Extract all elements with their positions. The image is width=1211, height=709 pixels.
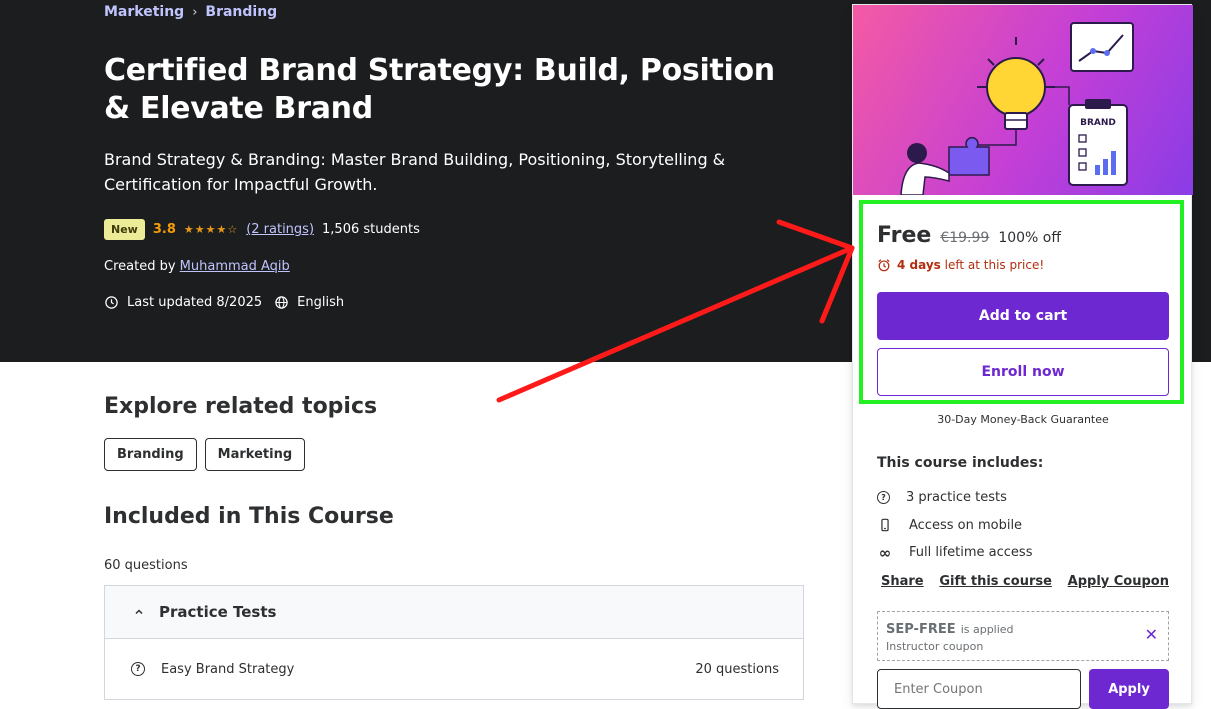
breadcrumb-marketing[interactable]: Marketing: [104, 4, 184, 20]
course-language: English: [297, 295, 345, 310]
share-button[interactable]: Share: [881, 574, 924, 589]
topic-branding[interactable]: Branding: [104, 438, 197, 471]
rating-row: New 3.8 ★★★★☆ (2 ratings) 1,506 students: [104, 219, 420, 240]
close-icon[interactable]: ✕: [1145, 625, 1158, 644]
star-rating-icon: ★★★★☆: [183, 223, 239, 236]
sidebar-actions: Share Gift this course Apply Coupon: [881, 574, 1169, 589]
infinity-icon: ∞: [878, 543, 892, 562]
list-item[interactable]: ? Easy Brand Strategy 20 questions: [105, 639, 803, 699]
money-back-guarantee: 30-Day Money-Back Guarantee: [937, 413, 1109, 426]
coupon-type: Instructor coupon: [886, 640, 984, 653]
purchase-sidebar: BRAND Free €19.99 100% off 4 days left a…: [852, 4, 1193, 709]
ratings-count-link[interactable]: (2 ratings): [246, 222, 314, 237]
included-heading: Included in This Course: [104, 504, 394, 529]
question-circle-icon: ?: [877, 491, 890, 505]
highlight-box: [859, 200, 1184, 404]
include-text: Full lifetime access: [909, 545, 1033, 561]
chevron-right-icon: ›: [192, 4, 198, 20]
test-question-count: 20 questions: [695, 661, 779, 677]
include-text: 3 practice tests: [906, 490, 1007, 506]
applied-coupon: SEP-FREE is applied Instructor coupon ✕: [877, 611, 1169, 661]
accordion-header[interactable]: Practice Tests: [105, 586, 803, 639]
gift-course-button[interactable]: Gift this course: [939, 574, 1052, 589]
created-by-label: Created by: [104, 259, 176, 274]
include-text: Access on mobile: [909, 517, 1023, 533]
course-meta: Last updated 8/2025 English: [104, 295, 344, 310]
coupon-input[interactable]: [877, 669, 1081, 709]
created-by: Created by Muhammad Aqib: [104, 259, 290, 274]
coupon-code: SEP-FREE: [886, 622, 956, 637]
globe-icon: [275, 296, 288, 309]
coupon-applied-text: is applied: [960, 623, 1014, 636]
last-updated: Last updated 8/2025: [127, 295, 263, 310]
apply-coupon-link[interactable]: Apply Coupon: [1068, 574, 1169, 589]
students-count: 1,506 students: [322, 222, 420, 237]
list-item: Access on mobile: [877, 512, 1032, 540]
test-name: Easy Brand Strategy: [161, 661, 295, 677]
includes-list: ? 3 practice tests Access on mobile ∞ Fu…: [877, 484, 1032, 567]
related-topics-heading: Explore related topics: [104, 394, 378, 419]
course-preview-image[interactable]: BRAND: [853, 5, 1193, 195]
breadcrumb-branding[interactable]: Branding: [205, 4, 277, 20]
includes-heading: This course includes:: [877, 455, 1044, 471]
preview-brand-text: BRAND: [1080, 118, 1116, 128]
question-circle-icon: ?: [131, 662, 145, 676]
chevron-up-icon: [135, 609, 143, 615]
apply-button[interactable]: Apply: [1089, 669, 1169, 709]
list-item: ∞ Full lifetime access: [877, 539, 1033, 567]
questions-total: 60 questions: [104, 558, 188, 573]
list-item: ? 3 practice tests: [877, 484, 1032, 512]
course-title: Certified Brand Strategy: Build, Positio…: [104, 53, 775, 126]
related-topics: Branding Marketing: [104, 438, 306, 471]
section-title: Practice Tests: [159, 603, 277, 621]
alert-clock-icon: [105, 296, 118, 309]
preview-illustration: BRAND: [900, 22, 1134, 195]
rating-value: 3.8: [152, 222, 176, 237]
breadcrumb: Marketing › Branding: [104, 4, 277, 20]
mobile-icon: [881, 518, 889, 532]
course-subtitle: Brand Strategy & Branding: Master Brand …: [104, 150, 726, 194]
new-badge: New: [104, 219, 145, 240]
practice-tests-accordion: Practice Tests ? Easy Brand Strategy 20 …: [104, 585, 804, 700]
instructor-link[interactable]: Muhammad Aqib: [180, 259, 290, 274]
topic-marketing[interactable]: Marketing: [204, 438, 306, 471]
